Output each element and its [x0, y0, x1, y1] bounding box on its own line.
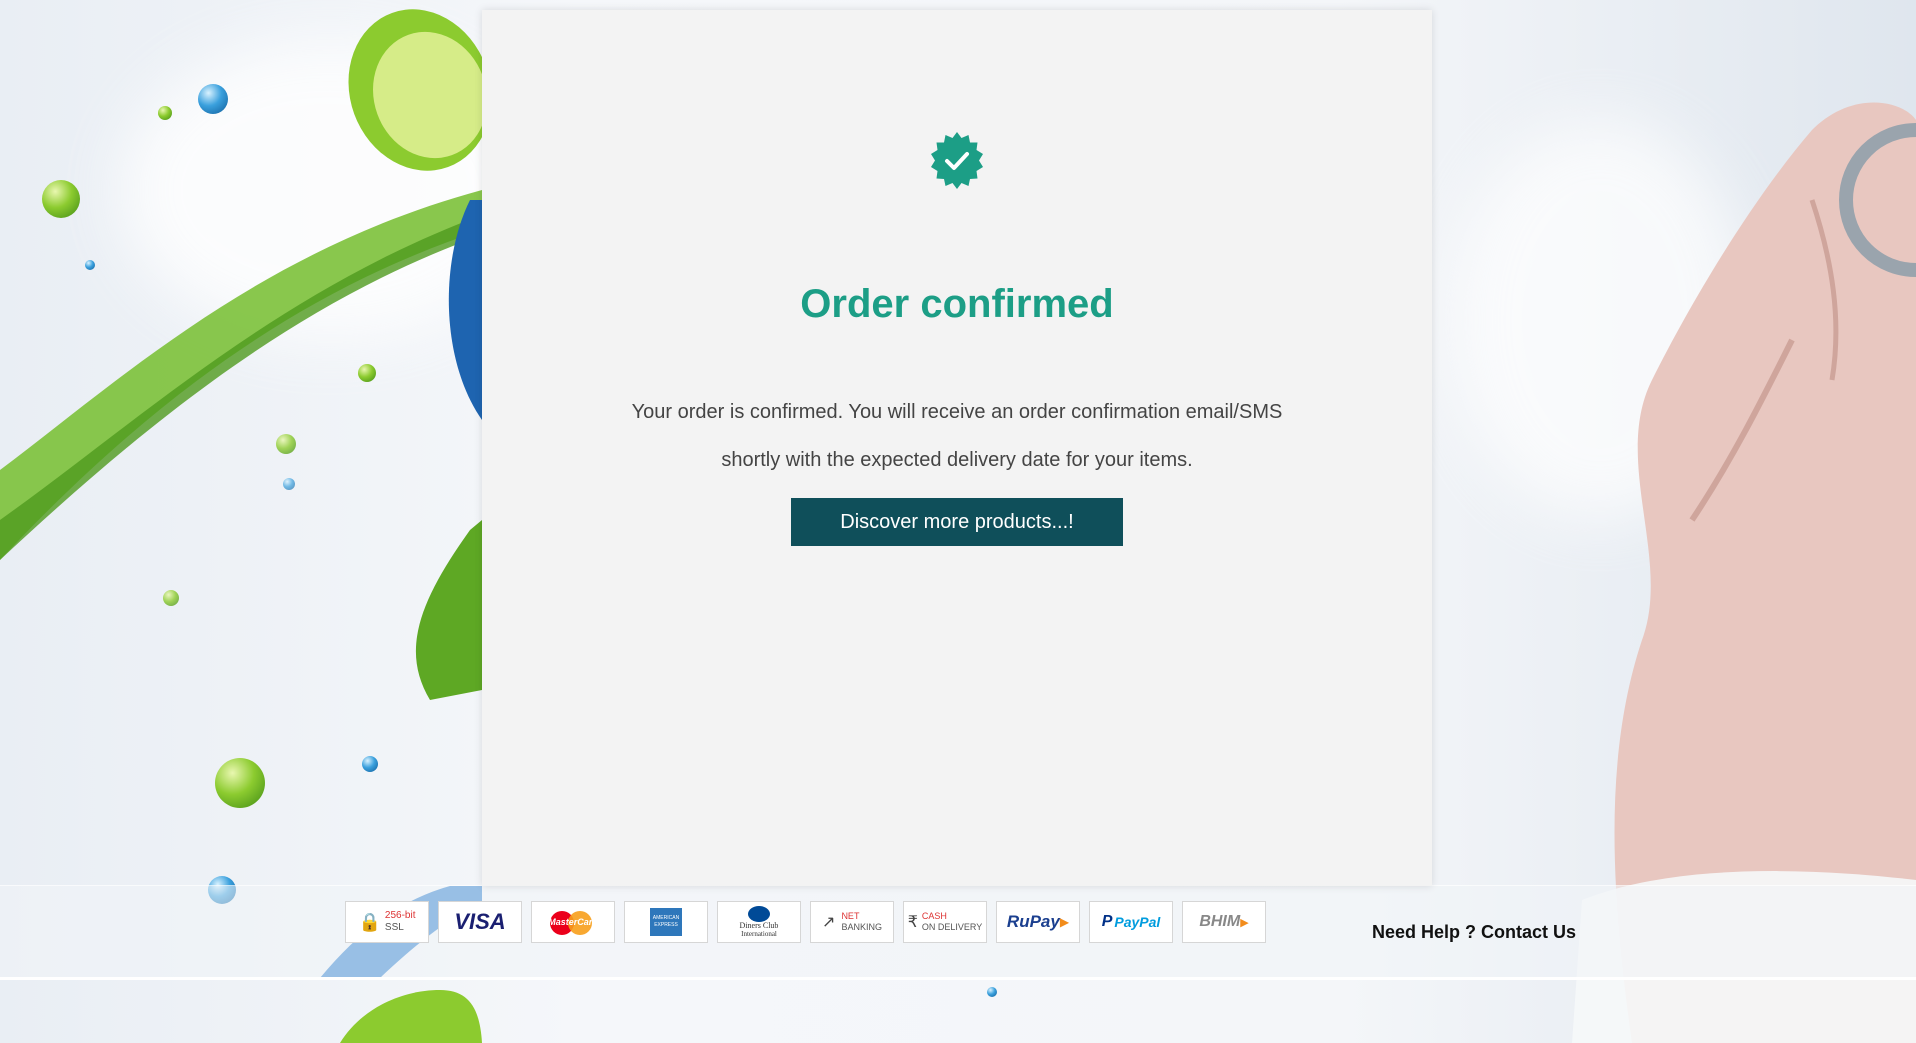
diners-icon [748, 906, 770, 922]
bhim-logo: BHIM ▶ [1182, 901, 1266, 943]
need-help-text: Need Help ? [1372, 922, 1477, 942]
diners-club-logo: Diners Club International [717, 901, 801, 943]
ssl-badge: 🔒 256-bit SSL [345, 901, 429, 943]
confirmation-message-line2: shortly with the expected delivery date … [721, 449, 1193, 471]
confirmation-card: Order confirmed Your order is confirmed.… [482, 10, 1432, 886]
payment-methods: 🔒 256-bit SSL VISA MasterCard AMERICAN E… [345, 901, 1266, 943]
confirmation-message-line1: Your order is confirmed. You will receiv… [631, 401, 1283, 423]
verified-check-icon [931, 132, 983, 189]
cash-on-delivery-logo: ₹ CASH ON DELIVERY [903, 901, 987, 943]
amex-logo: AMERICAN EXPRESS [624, 901, 708, 943]
visa-logo: VISA [438, 901, 522, 943]
paypal-p-icon: P [1101, 913, 1113, 930]
net-banking-logo: ↗ NET BANKING [810, 901, 894, 943]
confirmation-message: Your order is confirmed. You will receiv… [602, 388, 1312, 484]
bhim-arrow-icon: ▶ [1240, 916, 1249, 929]
mastercard-logo: MasterCard [531, 901, 615, 943]
rupee-icon: ₹ [907, 914, 918, 931]
rupay-logo: RuPay ▶ [996, 901, 1080, 943]
lock-icon: 🔒 [358, 911, 381, 932]
order-confirmed-title: Order confirmed [800, 282, 1114, 326]
contact-us-link[interactable]: Contact Us [1481, 922, 1576, 942]
paypal-logo: P PayPal [1089, 901, 1173, 943]
rupay-arrow-icon: ▶ [1059, 915, 1070, 929]
cursor-click-icon: ↗ [822, 914, 836, 931]
footer-separator [0, 977, 1916, 980]
discover-more-products-button[interactable]: Discover more products...! [791, 498, 1123, 546]
help-contact: Need Help ? Contact Us [1372, 922, 1576, 943]
